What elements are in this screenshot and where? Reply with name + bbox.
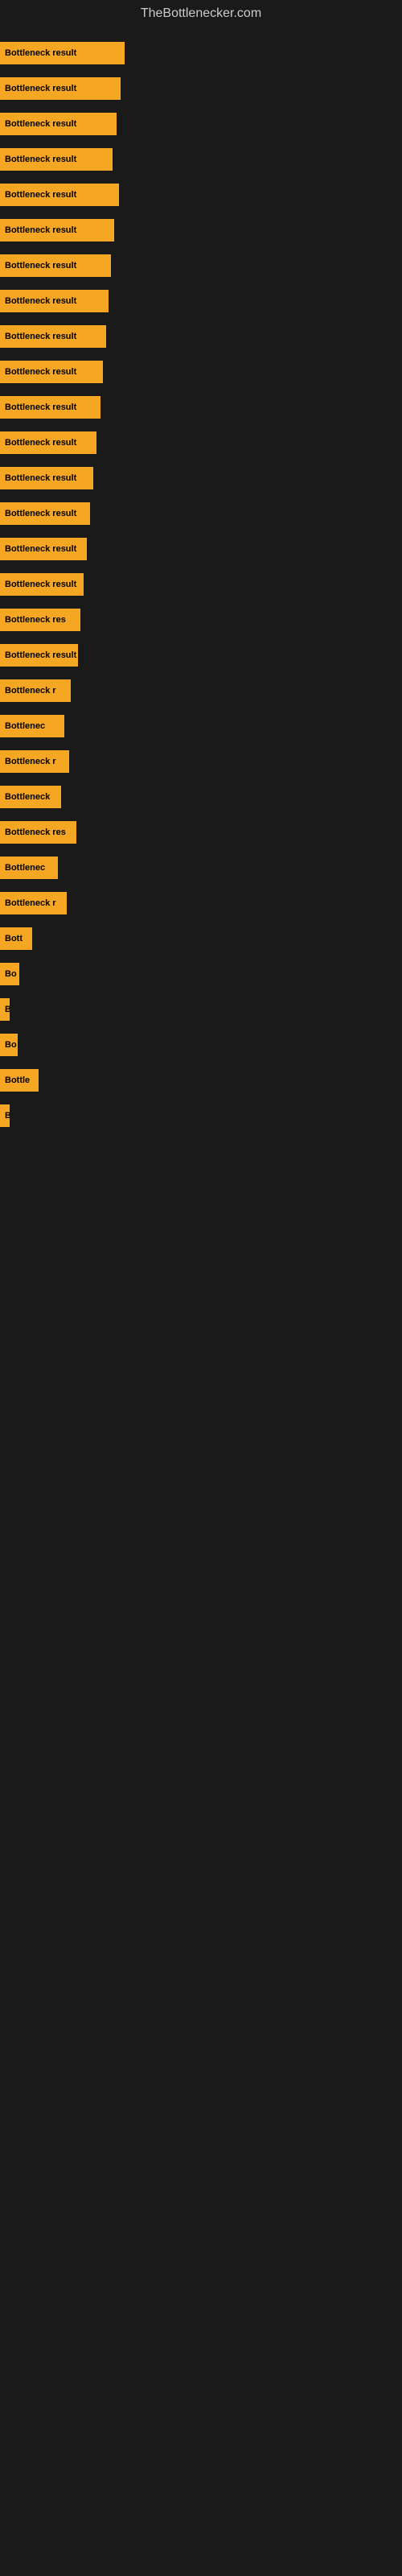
bar-row: B — [0, 992, 402, 1027]
bar-label: Bottlenec — [5, 721, 45, 731]
bottleneck-bar[interactable]: Bottleneck result — [0, 77, 121, 100]
bar-label: Bottleneck r — [5, 757, 56, 766]
bottleneck-bar[interactable]: Bottlenec — [0, 715, 64, 737]
bottleneck-bar[interactable]: Bottleneck result — [0, 184, 119, 206]
bottleneck-bar[interactable]: Bottleneck result — [0, 254, 111, 277]
bar-row: Bottleneck result — [0, 319, 402, 354]
bar-row: Bottleneck result — [0, 283, 402, 319]
bar-label: Bottleneck result — [5, 332, 76, 341]
bar-row: Bott — [0, 921, 402, 956]
bar-row: Bottle — [0, 1063, 402, 1098]
bar-label: Bottle — [5, 1075, 30, 1085]
bar-row: Bottleneck r — [0, 744, 402, 779]
bar-row: Bottleneck result — [0, 638, 402, 673]
bar-row: Bottleneck res — [0, 815, 402, 850]
bar-row: Bottleneck result — [0, 425, 402, 460]
bottleneck-bar[interactable]: Bottleneck result — [0, 538, 87, 560]
bar-row: Bottleneck result — [0, 460, 402, 496]
bottleneck-bar[interactable]: B — [0, 1104, 10, 1127]
bar-row: Bottleneck r — [0, 673, 402, 708]
bottleneck-bar[interactable]: Bottleneck result — [0, 361, 103, 383]
bottleneck-bar[interactable]: Bottleneck result — [0, 396, 100, 419]
bar-label: Bottleneck res — [5, 828, 66, 837]
bottleneck-bar[interactable]: Bo — [0, 1034, 18, 1056]
bottleneck-bar[interactable]: Bottlenec — [0, 857, 58, 879]
bar-row: B — [0, 1098, 402, 1133]
bar-row: Bottlenec — [0, 708, 402, 744]
bar-label: Bottleneck result — [5, 509, 76, 518]
bar-label: Bottleneck result — [5, 544, 76, 554]
bar-label: Bottleneck — [5, 792, 50, 802]
bottleneck-bar[interactable]: Bottleneck result — [0, 148, 113, 171]
bottleneck-bar[interactable]: Bottle — [0, 1069, 39, 1092]
bottleneck-bar[interactable]: Bottleneck result — [0, 467, 93, 489]
bar-row: Bottleneck — [0, 779, 402, 815]
bar-label: Bottleneck result — [5, 155, 76, 164]
bar-label: Bottleneck result — [5, 225, 76, 235]
bar-label: Bottleneck result — [5, 438, 76, 448]
bar-label: B — [5, 1111, 10, 1121]
bottleneck-bar[interactable]: Bottleneck result — [0, 502, 90, 525]
bottleneck-bar[interactable]: Bottleneck result — [0, 573, 84, 596]
bottleneck-bar[interactable]: Bottleneck result — [0, 644, 78, 667]
bottleneck-bar[interactable]: Bottleneck r — [0, 892, 67, 914]
bottleneck-bar[interactable]: Bottleneck result — [0, 42, 125, 64]
bar-row: Bottleneck result — [0, 496, 402, 531]
bottleneck-bar[interactable]: Bottleneck result — [0, 219, 114, 242]
bar-row: Bo — [0, 1027, 402, 1063]
bar-label: Bottleneck r — [5, 898, 56, 908]
bar-label: Bottleneck result — [5, 296, 76, 306]
bar-label: Bottleneck result — [5, 367, 76, 377]
site-title: TheBottlenecker.com — [0, 0, 402, 27]
bottleneck-bar[interactable]: Bottleneck result — [0, 290, 109, 312]
bottleneck-bar[interactable]: Bottleneck res — [0, 609, 80, 631]
bottleneck-bar[interactable]: Bottleneck — [0, 786, 61, 808]
bar-label: Bottleneck result — [5, 402, 76, 412]
bar-row: Bottleneck result — [0, 142, 402, 177]
bar-label: Bottleneck result — [5, 650, 76, 660]
bar-label: Bottleneck result — [5, 473, 76, 483]
bottleneck-bar[interactable]: Bottleneck r — [0, 750, 69, 773]
bottleneck-bar[interactable]: Bottleneck res — [0, 821, 76, 844]
bar-row: Bo — [0, 956, 402, 992]
bar-label: Bottlenec — [5, 863, 45, 873]
bar-label: Bo — [5, 969, 17, 979]
bar-row: Bottleneck res — [0, 602, 402, 638]
bottleneck-bar[interactable]: Bott — [0, 927, 32, 950]
bar-label: Bottleneck result — [5, 190, 76, 200]
bar-row: Bottleneck result — [0, 71, 402, 106]
bar-label: Bottleneck result — [5, 261, 76, 270]
bars-container: Bottleneck result Bottleneck result Bottle… — [0, 27, 402, 1141]
bottleneck-bar[interactable]: Bottleneck r — [0, 679, 71, 702]
bar-row: Bottleneck result — [0, 248, 402, 283]
bar-row: Bottleneck result — [0, 390, 402, 425]
bar-label: Bottleneck result — [5, 84, 76, 93]
bar-label: Bottleneck r — [5, 686, 56, 696]
bottleneck-bar[interactable]: Bottleneck result — [0, 113, 117, 135]
bar-row: Bottleneck result — [0, 177, 402, 213]
bottleneck-bar[interactable]: Bottleneck result — [0, 431, 96, 454]
bar-row: Bottleneck result — [0, 213, 402, 248]
bar-row: Bottleneck result — [0, 35, 402, 71]
bottleneck-bar[interactable]: B — [0, 998, 10, 1021]
bar-label: Bottleneck result — [5, 48, 76, 58]
bar-row: Bottleneck r — [0, 886, 402, 921]
bar-label: Bottleneck result — [5, 580, 76, 589]
bar-label: B — [5, 1005, 10, 1014]
bar-label: Bott — [5, 934, 23, 943]
bottleneck-bar[interactable]: Bottleneck result — [0, 325, 106, 348]
bar-row: Bottleneck result — [0, 531, 402, 567]
bar-label: Bottleneck res — [5, 615, 66, 625]
bottleneck-bar[interactable]: Bo — [0, 963, 19, 985]
bar-label: Bo — [5, 1040, 17, 1050]
bar-row: Bottleneck result — [0, 567, 402, 602]
bar-row: Bottlenec — [0, 850, 402, 886]
bar-row: Bottleneck result — [0, 354, 402, 390]
bar-label: Bottleneck result — [5, 119, 76, 129]
bar-row: Bottleneck result — [0, 106, 402, 142]
